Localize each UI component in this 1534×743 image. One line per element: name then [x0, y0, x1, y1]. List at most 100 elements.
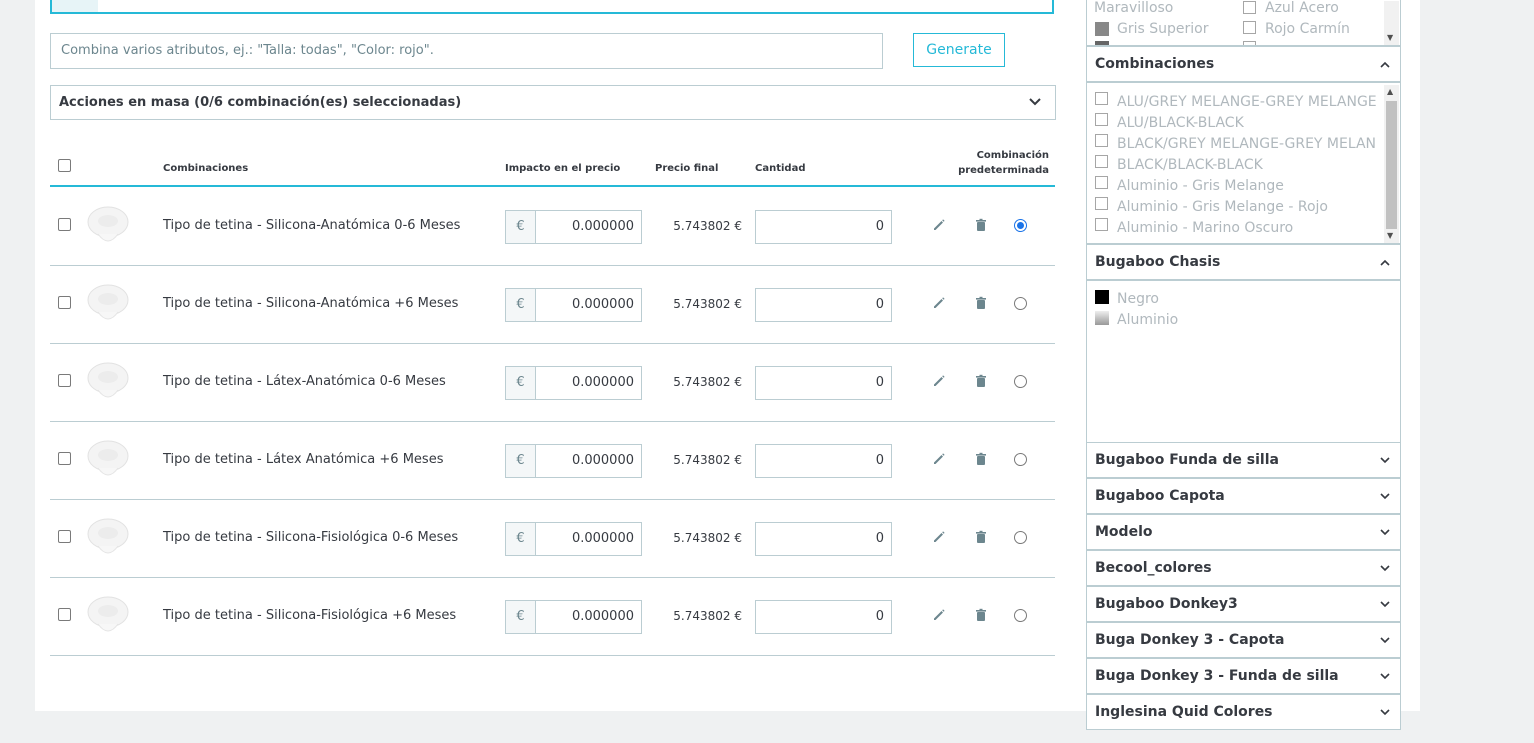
edit-icon[interactable]	[931, 451, 947, 467]
price-impact-input[interactable]: 0.000000	[572, 367, 634, 399]
chevron-down-icon	[1380, 695, 1390, 743]
price-impact-field[interactable]: €0.000000	[505, 288, 642, 322]
option-label: Aluminio - Marino Oscuro	[1117, 220, 1294, 236]
delete-icon[interactable]	[973, 217, 989, 233]
header-final-price: Precio final	[655, 163, 719, 174]
chasis-options: Negro Aluminio	[1086, 280, 1401, 443]
panel-header-collapsed[interactable]: Buga Donkey 3 - Capota	[1086, 622, 1401, 658]
option-checkbox[interactable]	[1095, 176, 1108, 189]
quantity-input[interactable]: 0	[755, 366, 892, 400]
combinaciones-options: ▲ ▼ ALU/GREY MELANGE-GREY MELANGE ALU/BLA…	[1086, 82, 1401, 244]
panel-title: Combinaciones	[1095, 56, 1215, 72]
attribute-selector-box[interactable]	[50, 0, 1054, 14]
currency-addon: €	[506, 601, 536, 633]
price-impact-input[interactable]: 0.000000	[572, 601, 634, 633]
default-combination-radio[interactable]	[1014, 297, 1027, 310]
default-combination-radio[interactable]	[1014, 219, 1027, 232]
option-checkbox[interactable]	[1095, 92, 1108, 105]
panel-header-collapsed[interactable]: Buga Donkey 3 - Funda de silla	[1086, 658, 1401, 694]
price-impact-input[interactable]: 0.000000	[572, 523, 634, 555]
color-swatch-aluminio[interactable]	[1095, 311, 1109, 325]
option-checkbox[interactable]	[1095, 197, 1108, 210]
combination-name: Tipo de tetina - Silicona-Fisiológica 0-…	[163, 530, 459, 545]
product-thumbnail	[84, 438, 132, 482]
quantity-input[interactable]: 0	[755, 210, 892, 244]
row-checkbox[interactable]	[58, 374, 71, 387]
price-impact-field[interactable]: €0.000000	[505, 600, 642, 634]
combination-name: Tipo de tetina - Silicona-Anatómica 0-6 …	[163, 218, 461, 233]
edit-icon[interactable]	[931, 373, 947, 389]
delete-icon[interactable]	[973, 373, 989, 389]
option-checkbox[interactable]	[1095, 134, 1108, 147]
combination-generator-input[interactable]: Combina varios atributos, ej.: "Talla: t…	[50, 33, 883, 69]
price-impact-input[interactable]: 0.000000	[572, 445, 634, 477]
panel-header-combinaciones[interactable]: Combinaciones	[1086, 46, 1401, 82]
row-checkbox[interactable]	[58, 218, 71, 231]
color-swatch-negro[interactable]	[1095, 290, 1109, 304]
row-checkbox[interactable]	[58, 608, 71, 621]
option-label: Negro	[1117, 291, 1159, 307]
option-checkbox[interactable]	[1095, 218, 1108, 231]
currency-addon: €	[506, 445, 536, 477]
option-checkbox[interactable]	[1243, 1, 1256, 14]
price-impact-field[interactable]: €0.000000	[505, 522, 642, 556]
delete-icon[interactable]	[973, 451, 989, 467]
option-label: Aluminio - Gris Melange - Rojo	[1117, 199, 1328, 215]
final-price: 5.743802 €	[673, 219, 742, 233]
edit-icon[interactable]	[931, 529, 947, 545]
panel-header-collapsed[interactable]: Bugaboo Funda de silla	[1086, 442, 1401, 478]
price-impact-field[interactable]: €0.000000	[505, 210, 642, 244]
edit-icon[interactable]	[931, 217, 947, 233]
quantity-input[interactable]: 0	[755, 522, 892, 556]
panel-header-collapsed[interactable]: Bugaboo Donkey3	[1086, 586, 1401, 622]
default-combination-radio[interactable]	[1014, 375, 1027, 388]
option-checkbox[interactable]	[1095, 113, 1108, 126]
delete-icon[interactable]	[973, 607, 989, 623]
price-impact-field[interactable]: €0.000000	[505, 444, 642, 478]
scroll-up-icon[interactable]: ▲	[1387, 87, 1393, 96]
option-checkbox[interactable]	[1095, 155, 1108, 168]
default-combination-radio[interactable]	[1014, 531, 1027, 544]
quantity-input[interactable]: 0	[755, 444, 892, 478]
price-impact-field[interactable]: €0.000000	[505, 366, 642, 400]
option-checkbox[interactable]	[1243, 41, 1256, 45]
panel-header-collapsed[interactable]: Inglesina Quid Colores	[1086, 694, 1401, 730]
select-all-checkbox[interactable]	[58, 159, 71, 172]
delete-icon[interactable]	[973, 295, 989, 311]
default-combination-radio[interactable]	[1014, 453, 1027, 466]
color-swatch[interactable]	[1095, 41, 1109, 45]
row-checkbox[interactable]	[58, 530, 71, 543]
panel-header-bugaboo-chasis[interactable]: Bugaboo Chasis	[1086, 244, 1401, 280]
panel-header-collapsed[interactable]: Modelo	[1086, 514, 1401, 550]
table-row: Tipo de tetina - Silicona-Fisiológica +6…	[50, 578, 1055, 656]
scrollbar[interactable]: ▲ ▼	[1384, 85, 1399, 243]
row-checkbox[interactable]	[58, 452, 71, 465]
quantity-input[interactable]: 0	[755, 600, 892, 634]
panel-header-collapsed[interactable]: Becool_colores	[1086, 550, 1401, 586]
scroll-down-icon[interactable]: ▼	[1387, 231, 1393, 240]
scrollbar[interactable]: ▼	[1384, 1, 1399, 45]
option-label: Rojo Carmín	[1265, 21, 1350, 37]
generate-button[interactable]: Generate	[913, 33, 1005, 67]
row-checkbox[interactable]	[58, 296, 71, 309]
option-label: Aluminio	[1117, 312, 1179, 328]
price-impact-input[interactable]: 0.000000	[572, 289, 634, 321]
color-swatch[interactable]	[1095, 22, 1109, 36]
header-default-line1: Combinación	[976, 150, 1049, 161]
color-attribute-panel: Maravilloso Azul Acero Gris Superior Roj…	[1086, 0, 1401, 46]
bulk-actions-dropdown[interactable]: Acciones en masa (0/6 combinación(es) se…	[50, 85, 1056, 120]
panel-title: Modelo	[1095, 524, 1153, 540]
option-checkbox[interactable]	[1243, 21, 1256, 34]
scroll-down-icon[interactable]: ▼	[1387, 33, 1393, 42]
edit-icon[interactable]	[931, 295, 947, 311]
scrollbar-thumb[interactable]	[1386, 101, 1397, 229]
panel-header-collapsed[interactable]: Bugaboo Capota	[1086, 478, 1401, 514]
table-header: Combinaciones Impacto en el precio Preci…	[50, 140, 1055, 187]
table-row: Tipo de tetina - Látex-Anatómica 0-6 Mes…	[50, 344, 1055, 422]
currency-addon: €	[506, 289, 536, 321]
default-combination-radio[interactable]	[1014, 609, 1027, 622]
quantity-input[interactable]: 0	[755, 288, 892, 322]
delete-icon[interactable]	[973, 529, 989, 545]
price-impact-input[interactable]: 0.000000	[572, 211, 634, 243]
edit-icon[interactable]	[931, 607, 947, 623]
